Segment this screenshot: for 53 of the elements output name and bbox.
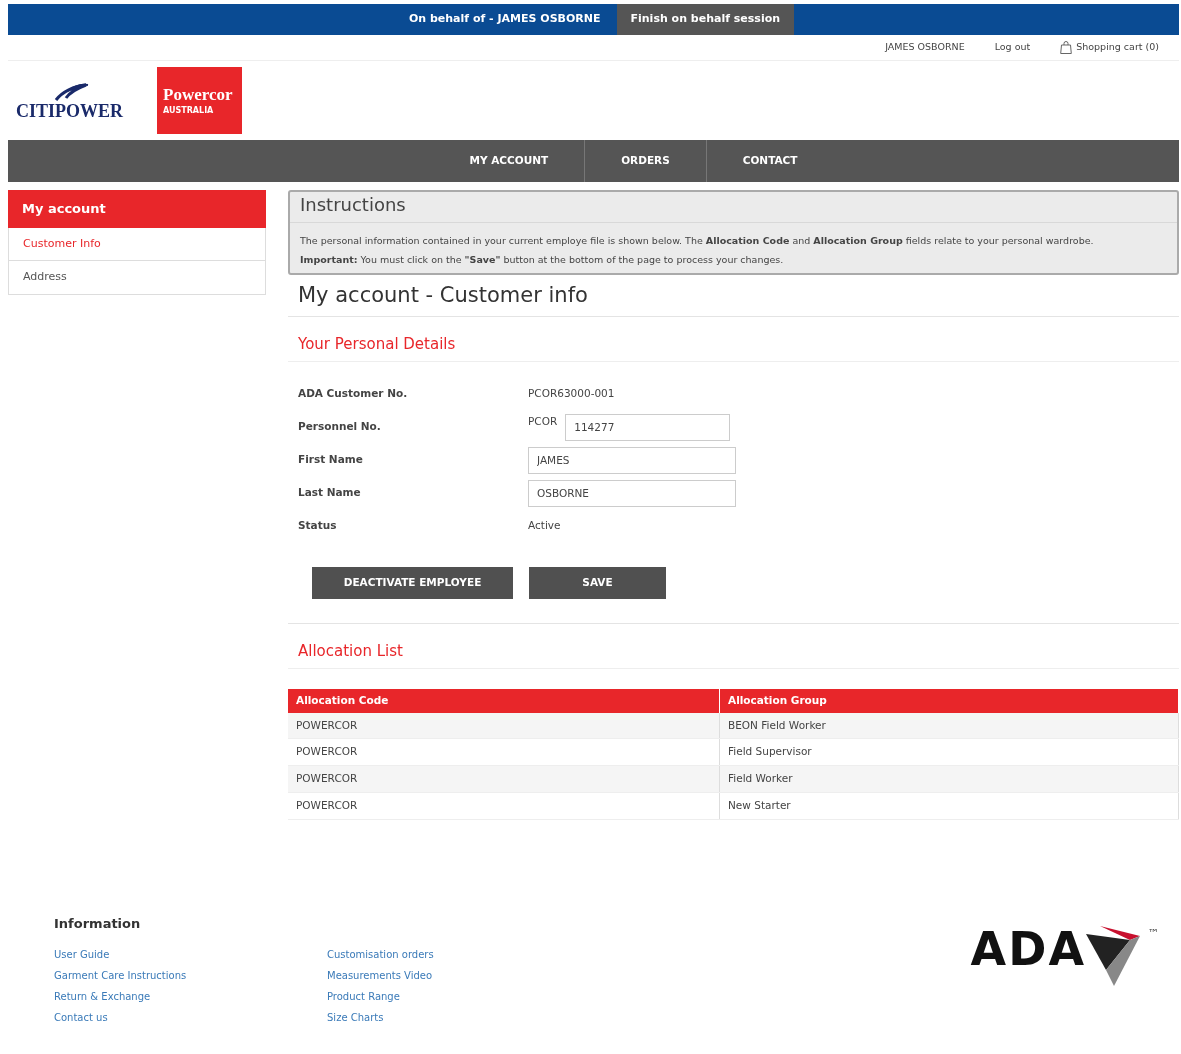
footer-heading: Information [54,915,142,932]
section-heading: Your Personal Details [288,315,1179,362]
footer-link[interactable]: Return & Exchange [54,989,327,1005]
logout-link[interactable]: Log out [994,40,1031,55]
field-value: Active [528,518,561,534]
panel-title: Instructions [290,192,1177,223]
table-cell: POWERCOR [288,765,720,793]
footer-link[interactable]: Size Charts [327,1010,600,1026]
section-heading: Allocation List [288,622,1179,669]
finish-session-button[interactable]: Finish on behalf session [616,4,795,35]
field-label: Personnel No. [298,419,382,435]
input-field[interactable]: OSBORNE [528,479,736,507]
deactivate-button[interactable]: DEACTIVATE EMPLOYEE [312,566,513,599]
table-cell: Field Worker [719,765,1179,793]
field-label: First Name [298,452,364,468]
field-label: Last Name [298,485,362,501]
instruction-text: The personal information contained in your current employe file is shown below. The Allocation Code and Allocation Group fields relate to your personal wardrobe. [299,233,1095,248]
table-cell: New Starter [719,792,1179,820]
nav-link[interactable]: CONTACT [706,140,834,182]
behalf-label: On behalf of - JAMES OSBORNE [407,11,602,28]
field-label: Status [298,518,338,534]
save-button[interactable]: SAVE [529,566,666,599]
nav-link[interactable]: MY ACCOUNT [433,140,586,182]
footer-link[interactable]: User Guide [54,947,327,963]
page-title: My account - Customer info [298,282,589,309]
powercor-logo[interactable]: Powercor AUSTRALIA [157,67,242,134]
instruction-text: Important: You must click on the "Save" button at the bottom of the page to process your changes. [299,252,785,267]
field-prefix: PCOR [528,413,558,429]
input-field[interactable]: JAMES [528,446,736,474]
ada-logo[interactable]: ADA ™ [970,925,1159,1032]
field-value: PCOR63000-001 [528,386,615,402]
footer-link[interactable]: Contact us [54,1010,327,1026]
footer-link[interactable]: Garment Care Instructions [54,968,327,984]
table-cell: POWERCOR [288,792,720,820]
table-cell: Field Supervisor [719,738,1179,766]
table-cell: POWERCOR [288,738,720,766]
nav-link[interactable]: ORDERS [585,140,707,182]
table-cell: POWERCOR [288,712,720,739]
sidebar-item[interactable]: Customer Info [8,227,266,261]
footer-link[interactable]: Measurements Video [327,968,600,984]
footer-link[interactable]: Customisation orders [327,947,600,963]
input-field[interactable]: 114277 [565,413,731,441]
cart-link[interactable]: Shopping cart (0) [1076,40,1159,55]
citipower-logo[interactable]: CITIPOWER [16,81,123,120]
table-cell: BEON Field Worker [719,712,1179,739]
user-link[interactable]: JAMES OSBORNE [885,40,965,55]
column-header: Allocation Group [719,688,1179,713]
shopping-bag-icon[interactable] [1060,41,1073,54]
column-header: Allocation Code [288,688,720,713]
field-label: ADA Customer No. [298,386,409,402]
sidebar-title: My account [8,190,266,228]
footer-link[interactable]: Product Range [327,989,600,1005]
sidebar-item[interactable]: Address [8,261,266,295]
